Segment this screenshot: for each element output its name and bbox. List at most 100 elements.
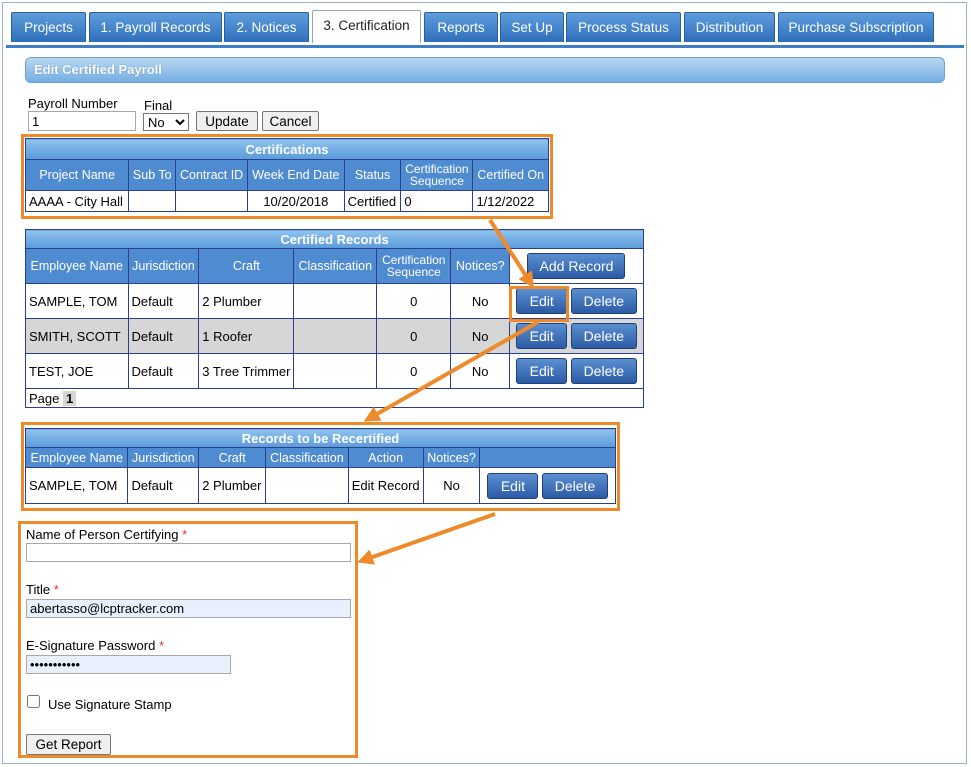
col-notices: Notices?	[450, 248, 510, 284]
cell-sequence: 0	[376, 318, 452, 354]
name-input[interactable]	[26, 543, 351, 562]
tab-payroll-records[interactable]: 1. Payroll Records	[89, 12, 222, 42]
password-input[interactable]	[26, 655, 231, 674]
cell-certified-on: 1/12/2022	[472, 190, 549, 212]
cell-notices: No	[450, 353, 510, 389]
col-jurisdiction: Jurisdiction	[127, 248, 200, 284]
recertify-title: Records to be Recertified	[25, 428, 616, 448]
cell-craft: 1 Roofer	[198, 318, 295, 354]
name-label-text: Name of Person Certifying	[26, 527, 179, 542]
page-number-1[interactable]: 1	[63, 390, 77, 406]
payroll-number-label: Payroll Number	[28, 96, 118, 111]
edit-button[interactable]: Edit	[516, 358, 568, 384]
col-contract-id: Contract ID	[175, 159, 249, 191]
tab-process-status[interactable]: Process Status	[566, 12, 681, 42]
col-employee-name: Employee Name	[25, 248, 129, 284]
cell-week-end-date: 10/20/2018	[247, 190, 345, 212]
tab-set-up[interactable]: Set Up	[500, 12, 564, 42]
cell-craft: 3 Tree Trimmer	[198, 353, 295, 389]
actions-cell: Edit Delete	[508, 318, 645, 354]
delete-button[interactable]: Delete	[542, 472, 609, 499]
cell-jurisdiction: Default	[127, 283, 200, 319]
cell-project-name: AAAA - City Hall	[24, 190, 130, 212]
col-cert-seq-line2: Sequence	[409, 174, 464, 188]
add-record-cell: Add Record	[508, 248, 645, 284]
certifications-title: Certifications	[25, 138, 549, 160]
final-select[interactable]: No	[143, 113, 189, 131]
signature-stamp-label: Use Signature Stamp	[48, 697, 172, 712]
col-craft: Craft	[198, 248, 295, 284]
payroll-number-input[interactable]	[28, 111, 136, 131]
col-certified-on: Certified On	[472, 159, 549, 191]
table-row: AAAA - City Hall 10/20/2018 Certified 0 …	[24, 190, 549, 212]
cell-notices: No	[450, 283, 510, 319]
cell-employee-name: SAMPLE, TOM	[24, 467, 129, 504]
cell-employee-name: TEST, JOE	[25, 353, 129, 389]
actions-cell: Edit Delete	[508, 353, 645, 389]
col-employee-name: Employee Name	[24, 447, 129, 468]
tab-certification[interactable]: 3. Certification	[312, 10, 421, 43]
col-classification: Classification	[265, 447, 349, 468]
cell-jurisdiction: Default	[127, 318, 200, 354]
name-label: Name of Person Certifying *	[26, 527, 187, 542]
delete-button[interactable]: Delete	[570, 288, 637, 314]
section-title: Edit Certified Payroll	[25, 57, 945, 83]
signature-stamp-checkbox[interactable]	[27, 695, 40, 708]
edit-button[interactable]: Edit	[487, 472, 539, 499]
cell-sequence: 0	[400, 190, 474, 212]
col-jurisdiction: Jurisdiction	[127, 447, 200, 468]
col-certification-sequence: Certification Sequence	[400, 159, 474, 191]
cell-sequence: 0	[376, 283, 452, 319]
pager: Page 1	[25, 388, 644, 408]
col-sub-to: Sub To	[128, 159, 177, 191]
edit-button[interactable]: Edit	[516, 323, 568, 349]
cancel-button[interactable]: Cancel	[262, 111, 319, 131]
password-label-text: E-Signature Password	[26, 638, 156, 653]
title-label-text: Title	[26, 582, 51, 597]
col-classification: Classification	[293, 248, 378, 284]
cell-jurisdiction: Default	[127, 353, 200, 389]
table-row: SMITH, SCOTT Default 1 Roofer 0 No Edit …	[25, 318, 645, 354]
col-certification-sequence: Certification Sequence	[376, 248, 452, 284]
required-mark: *	[158, 638, 165, 653]
get-report-button[interactable]: Get Report	[26, 734, 111, 755]
delete-button[interactable]: Delete	[570, 358, 637, 384]
cell-contract-id	[175, 190, 249, 212]
tab-purchase-subscription[interactable]: Purchase Subscription	[778, 12, 934, 42]
table-row: TEST, JOE Default 3 Tree Trimmer 0 No Ed…	[25, 353, 645, 389]
page-label: Page	[29, 390, 60, 406]
tab-distribution[interactable]: Distribution	[684, 12, 775, 42]
cell-sequence: 0	[376, 353, 452, 389]
cell-jurisdiction: Default	[127, 467, 200, 504]
actions-cell: Edit Delete	[479, 467, 616, 504]
edit-highlight	[509, 286, 569, 322]
col-actions	[479, 447, 616, 468]
col-action: Action	[347, 447, 424, 468]
recertify-table: Records to be Recertified Employee Name …	[24, 428, 616, 504]
col-cert-seq-line2: Sequence	[386, 265, 441, 279]
required-mark: *	[182, 527, 188, 542]
cell-employee-name: SAMPLE, TOM	[25, 283, 129, 319]
cell-sub-to	[128, 190, 177, 212]
cell-classification	[293, 318, 378, 354]
col-week-end-date: Week End Date	[247, 159, 345, 191]
add-record-button[interactable]: Add Record	[527, 253, 626, 279]
tab-reports[interactable]: Reports	[424, 12, 498, 42]
tab-notices[interactable]: 2. Notices	[224, 12, 309, 42]
title-input[interactable]	[26, 599, 351, 618]
tab-projects[interactable]: Projects	[11, 12, 86, 42]
password-label: E-Signature Password *	[26, 638, 164, 653]
certified-records-title: Certified Records	[25, 229, 644, 249]
cell-employee-name: SMITH, SCOTT	[25, 318, 129, 354]
col-craft: Craft	[198, 447, 267, 468]
table-row: SAMPLE, TOM Default 2 Plumber Edit Recor…	[24, 467, 616, 504]
cell-notices: No	[422, 467, 481, 504]
update-button[interactable]: Update	[196, 111, 258, 131]
col-status: Status	[343, 159, 402, 191]
certifications-table: Certifications Project Name Sub To Contr…	[24, 138, 549, 212]
delete-button[interactable]: Delete	[570, 323, 637, 349]
cell-status: Certified	[343, 190, 402, 212]
title-label: Title *	[26, 582, 59, 597]
cell-craft: 2 Plumber	[198, 467, 267, 504]
tab-bar: Projects 1. Payroll Records 2. Notices 3…	[6, 8, 964, 48]
